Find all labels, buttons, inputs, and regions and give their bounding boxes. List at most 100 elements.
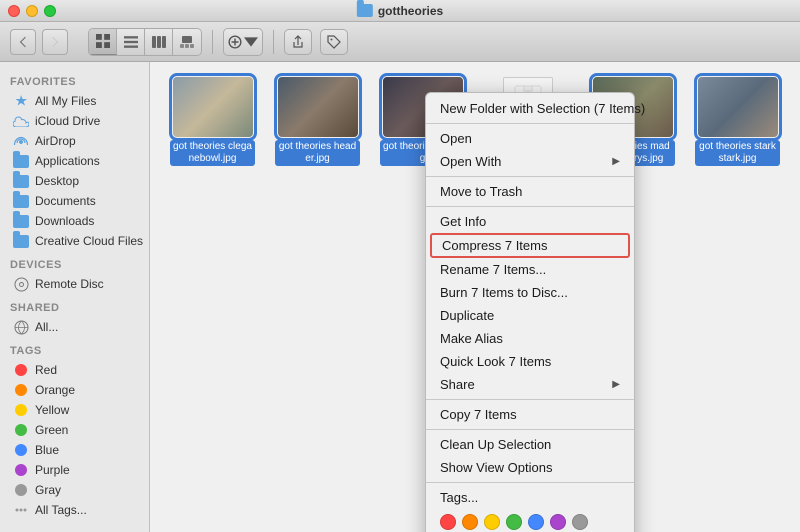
menu-separator bbox=[426, 206, 634, 207]
sidebar-label-airdrop: AirDrop bbox=[35, 134, 76, 148]
sidebar-label-purple: Purple bbox=[35, 463, 70, 477]
menu-item-alias[interactable]: Make Alias bbox=[426, 327, 634, 350]
sidebar-section-favorites: Favorites bbox=[0, 68, 149, 91]
file-thumbnail bbox=[173, 77, 253, 137]
list-item[interactable]: got theories header.jpg bbox=[270, 77, 365, 166]
menu-item-rename[interactable]: Rename 7 Items... bbox=[426, 258, 634, 281]
tag-dot-red[interactable] bbox=[440, 514, 456, 530]
menu-item-cleanup[interactable]: Clean Up Selection bbox=[426, 433, 634, 456]
column-view-button[interactable] bbox=[145, 29, 173, 55]
share-button[interactable] bbox=[284, 29, 312, 55]
back-button[interactable] bbox=[10, 29, 36, 55]
menu-separator bbox=[426, 482, 634, 483]
window-title: gottheories bbox=[357, 4, 443, 18]
main-area: Favorites All My Files iCloud Drive AirD… bbox=[0, 62, 800, 532]
photo-preview bbox=[698, 77, 778, 137]
sidebar-item-green[interactable]: Green bbox=[3, 420, 146, 440]
green-tag-icon bbox=[13, 422, 29, 438]
sidebar-label-applications: Applications bbox=[35, 154, 100, 168]
menu-item-open-with[interactable]: Open With ▶ bbox=[426, 150, 634, 173]
titlebar: gottheories bbox=[0, 0, 800, 22]
sidebar-item-downloads[interactable]: Downloads bbox=[3, 211, 146, 231]
list-view-button[interactable] bbox=[117, 29, 145, 55]
tag-button[interactable] bbox=[320, 29, 348, 55]
tag-dot-orange[interactable] bbox=[462, 514, 478, 530]
sidebar-label-orange: Orange bbox=[35, 383, 75, 397]
sidebar-label-gray: Gray bbox=[35, 483, 61, 497]
menu-item-open[interactable]: Open bbox=[426, 127, 634, 150]
cloud-icon bbox=[13, 113, 29, 129]
sidebar-item-airdrop[interactable]: AirDrop bbox=[3, 131, 146, 151]
menu-item-duplicate[interactable]: Duplicate bbox=[426, 304, 634, 327]
tag-dot-purple[interactable] bbox=[550, 514, 566, 530]
sidebar-item-gray[interactable]: Gray bbox=[3, 480, 146, 500]
sidebar-item-red[interactable]: Red bbox=[3, 360, 146, 380]
sidebar-label-creative-cloud: Creative Cloud Files bbox=[35, 234, 143, 248]
close-button[interactable] bbox=[8, 5, 20, 17]
all-tags-icon bbox=[13, 502, 29, 518]
sidebar-item-yellow[interactable]: Yellow bbox=[3, 400, 146, 420]
menu-item-share[interactable]: Share ▶ bbox=[426, 373, 634, 396]
file-name: got theories header.jpg bbox=[275, 140, 360, 166]
cover-flow-button[interactable] bbox=[173, 29, 201, 55]
sidebar-label-all-my-files: All My Files bbox=[35, 94, 96, 108]
sidebar-label-documents: Documents bbox=[35, 194, 96, 208]
sidebar-item-applications[interactable]: Applications bbox=[3, 151, 146, 171]
file-thumbnail bbox=[698, 77, 778, 137]
sidebar-label-icloud: iCloud Drive bbox=[35, 114, 100, 128]
menu-item-move-trash[interactable]: Move to Trash bbox=[426, 180, 634, 203]
minimize-button[interactable] bbox=[26, 5, 38, 17]
forward-button[interactable] bbox=[42, 29, 68, 55]
toolbar bbox=[0, 22, 800, 62]
folder-icon bbox=[357, 4, 373, 17]
sidebar-item-all-tags[interactable]: All Tags... bbox=[3, 500, 146, 520]
menu-item-quick-look[interactable]: Quick Look 7 Items bbox=[426, 350, 634, 373]
sidebar-label-green: Green bbox=[35, 423, 68, 437]
sidebar-label-red: Red bbox=[35, 363, 57, 377]
list-item[interactable]: got theories cleganebowl.jpg bbox=[165, 77, 260, 166]
globe-icon bbox=[13, 319, 29, 335]
documents-folder-icon bbox=[13, 193, 29, 209]
maximize-button[interactable] bbox=[44, 5, 56, 17]
sidebar-item-desktop[interactable]: Desktop bbox=[3, 171, 146, 191]
tag-dot-gray[interactable] bbox=[572, 514, 588, 530]
action-button[interactable] bbox=[224, 29, 262, 55]
tag-dot-yellow[interactable] bbox=[484, 514, 500, 530]
sidebar-section-devices: Devices bbox=[0, 251, 149, 274]
sidebar-section-tags: Tags bbox=[0, 337, 149, 360]
menu-item-new-folder[interactable]: New Folder with Selection (7 Items) bbox=[426, 97, 634, 120]
downloads-folder-icon bbox=[13, 213, 29, 229]
menu-item-copy[interactable]: Copy 7 Items bbox=[426, 403, 634, 426]
tag-dot-green[interactable] bbox=[506, 514, 522, 530]
sidebar-item-documents[interactable]: Documents bbox=[3, 191, 146, 211]
purple-tag-icon bbox=[13, 462, 29, 478]
menu-item-get-info[interactable]: Get Info bbox=[426, 210, 634, 233]
red-tag-icon bbox=[13, 362, 29, 378]
applications-folder-icon bbox=[13, 153, 29, 169]
sidebar-item-icloud-drive[interactable]: iCloud Drive bbox=[3, 111, 146, 131]
sidebar-item-creative-cloud[interactable]: Creative Cloud Files bbox=[3, 231, 146, 251]
sidebar-section-shared: Shared bbox=[0, 294, 149, 317]
file-name: got theories stark stark.jpg bbox=[695, 140, 780, 166]
sidebar-item-orange[interactable]: Orange bbox=[3, 380, 146, 400]
submenu-arrow-icon: ▶ bbox=[612, 379, 620, 390]
menu-item-tags[interactable]: Tags... bbox=[426, 486, 634, 509]
tag-dot-blue[interactable] bbox=[528, 514, 544, 530]
menu-item-compress[interactable]: Compress 7 Items bbox=[430, 233, 630, 258]
menu-item-burn[interactable]: Burn 7 Items to Disc... bbox=[426, 281, 634, 304]
toolbar-separator-2 bbox=[273, 30, 274, 54]
sidebar-label-yellow: Yellow bbox=[35, 403, 69, 417]
menu-separator bbox=[426, 176, 634, 177]
sidebar-item-blue[interactable]: Blue bbox=[3, 440, 146, 460]
sidebar-item-all-my-files[interactable]: All My Files bbox=[3, 91, 146, 111]
list-item[interactable]: got theories stark stark.jpg bbox=[690, 77, 785, 166]
sidebar-item-remote-disc[interactable]: Remote Disc bbox=[3, 274, 146, 294]
gray-tag-icon bbox=[13, 482, 29, 498]
sidebar-item-all-shared[interactable]: All... bbox=[3, 317, 146, 337]
airdrop-icon bbox=[13, 133, 29, 149]
traffic-lights bbox=[8, 5, 56, 17]
icon-view-button[interactable] bbox=[89, 29, 117, 55]
menu-item-view-options[interactable]: Show View Options bbox=[426, 456, 634, 479]
sidebar: Favorites All My Files iCloud Drive AirD… bbox=[0, 62, 150, 532]
sidebar-item-purple[interactable]: Purple bbox=[3, 460, 146, 480]
